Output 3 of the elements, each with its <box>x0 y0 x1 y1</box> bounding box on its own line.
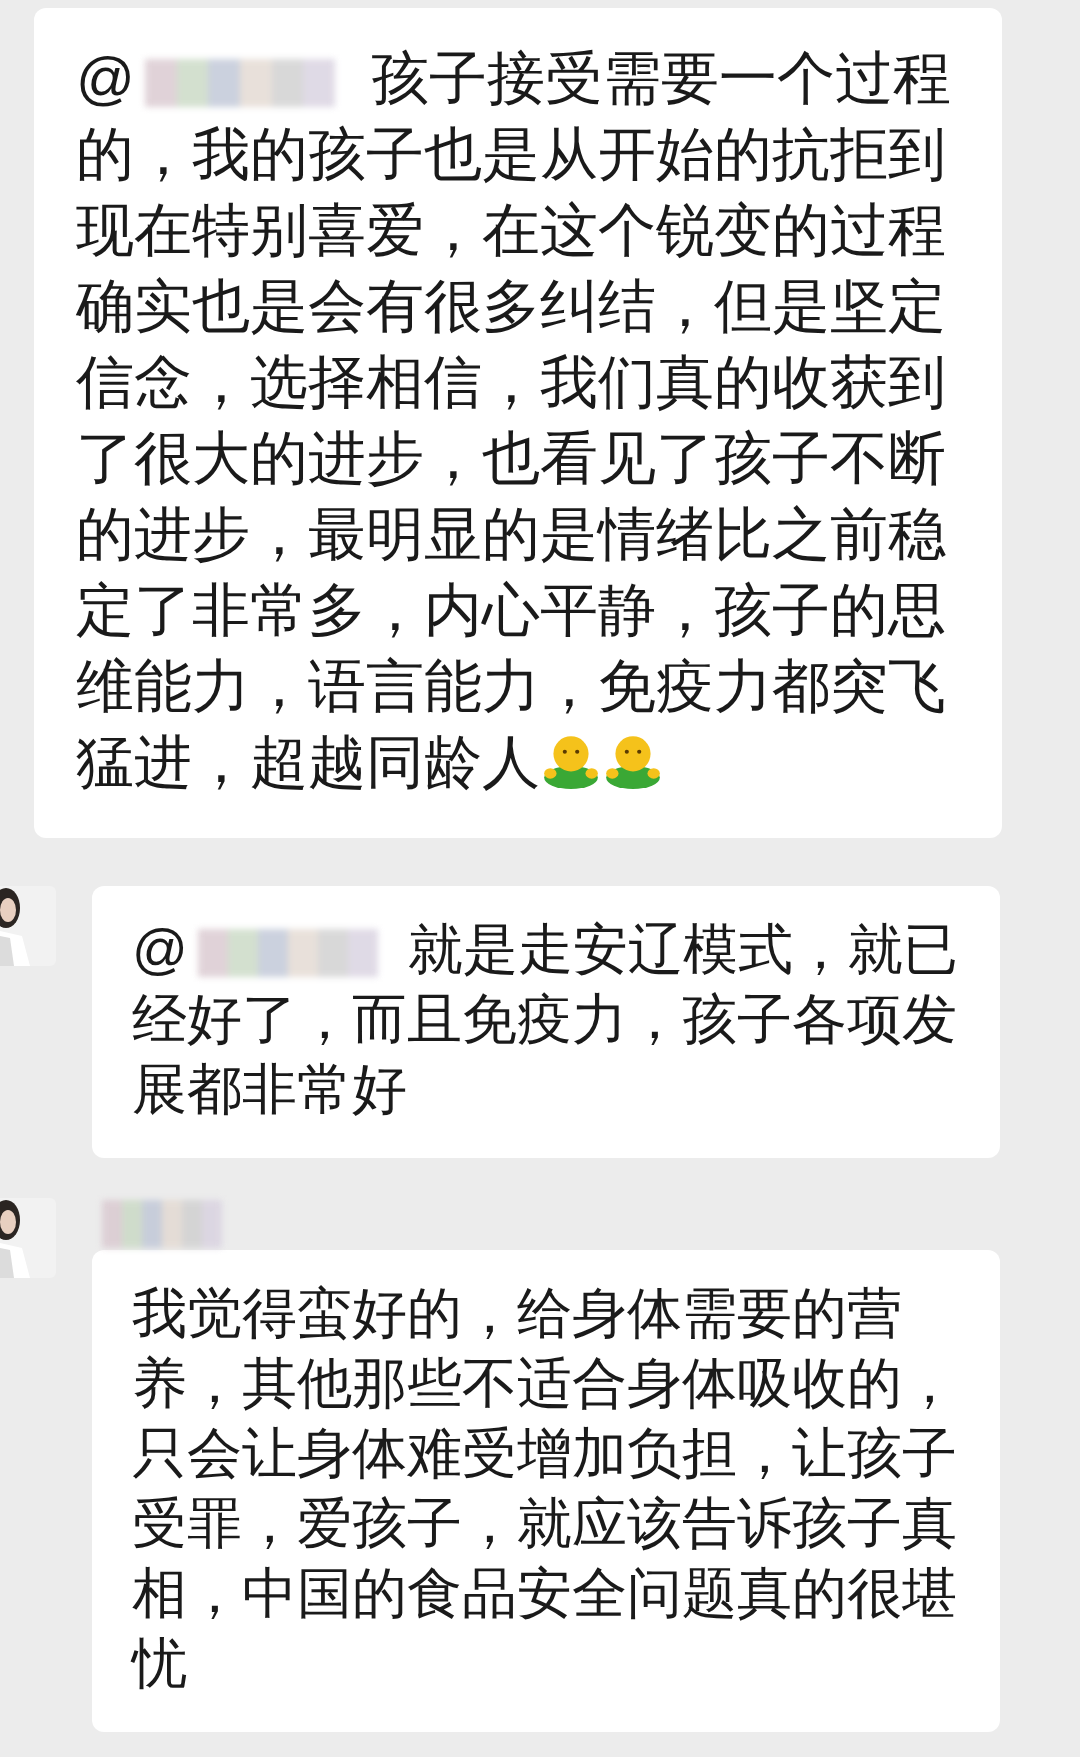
message-text: @ 就是走安辽模式，就已经好了，而且免疫力，孩子各项发展都非常好 <box>132 917 959 1122</box>
message-text: 我觉得蛮好的，给身体需要的营养，其他那些不适合身体吸收的，只会让身体难受增加负担，让孩子受罪，爱孩子，就应该告诉孩子真相，中国的食品安全问题真的很堪忧 <box>132 1281 958 1696</box>
message-text: @ 孩子接受需要一个过程的，我的孩子也是从开始的抗拒到现在特别喜爱，在这个锐变的过程确实也是会有很多纠结，但是坚定信念，选择相信，我们真的收获到了很大的进步，也看见了孩子不断的进步，最明显的是情绪比之前稳定了非常多，内心平静，孩子的思维能力，语言能力，免疫力都突飞猛进，超越同龄人 <box>76 44 952 796</box>
